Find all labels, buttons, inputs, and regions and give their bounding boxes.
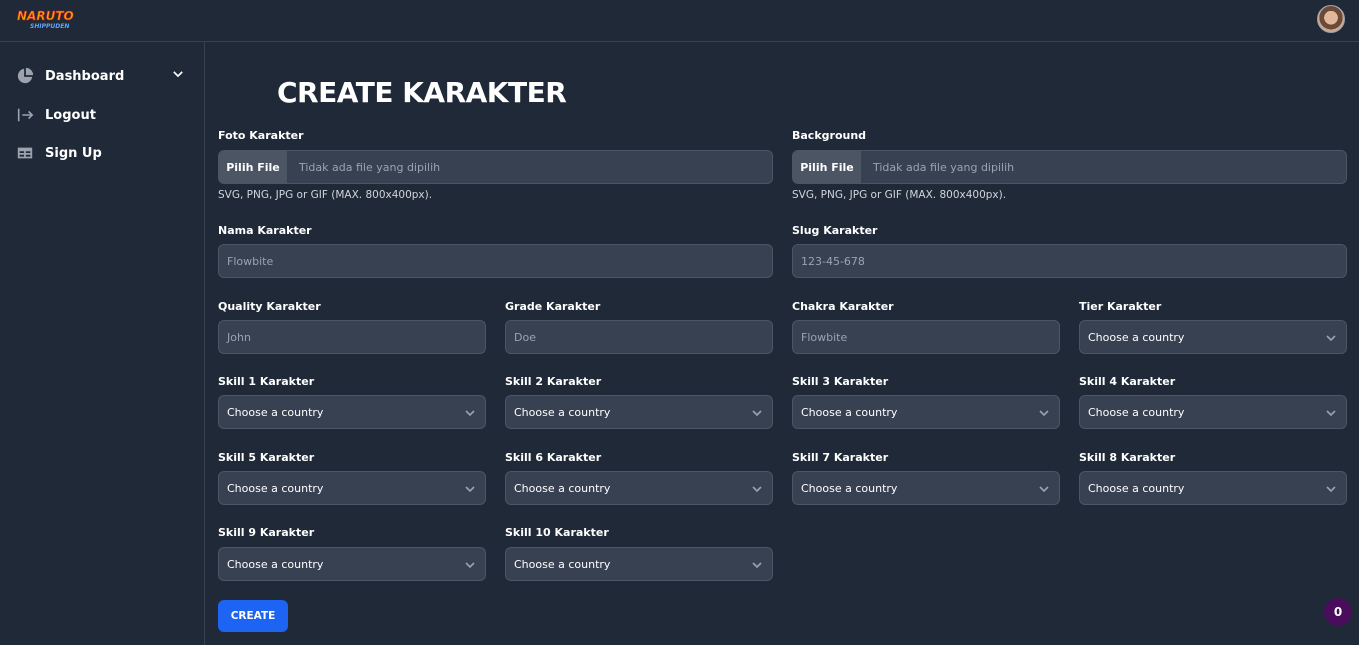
skill-10-label: Skill 10 Karakter	[505, 526, 609, 539]
user-avatar[interactable]	[1317, 5, 1345, 33]
slug-label: Slug Karakter	[792, 224, 878, 237]
skill-3-select[interactable]: Choose a country	[792, 395, 1060, 429]
skill-4-label: Skill 4 Karakter	[1079, 375, 1176, 388]
foto-file-status: Tidak ada file yang dipilih	[299, 160, 441, 174]
logout-icon	[17, 108, 34, 122]
table-icon	[17, 147, 33, 159]
foto-choose-file-button[interactable]: Pilih File	[219, 151, 287, 183]
chevron-down-icon	[465, 410, 475, 417]
skill-2-select[interactable]: Choose a country	[505, 395, 773, 429]
chevron-down-icon[interactable]	[171, 67, 185, 81]
skill-1-label: Skill 1 Karakter	[218, 375, 315, 388]
skill-8-label: Skill 8 Karakter	[1079, 451, 1176, 464]
nama-label: Nama Karakter	[218, 224, 312, 237]
skill-10-select[interactable]: Choose a country	[505, 547, 773, 581]
chevron-down-icon	[1039, 410, 1049, 417]
grade-input[interactable]: Doe	[505, 320, 773, 354]
chevron-down-icon	[465, 562, 475, 569]
background-help-text: SVG, PNG, JPG or GIF (MAX. 800x400px).	[792, 189, 1007, 201]
sidebar-item-dashboard[interactable]: Dashboard	[16, 64, 191, 88]
skill-4-value: Choose a country	[1088, 405, 1185, 419]
skill-1-value: Choose a country	[227, 405, 324, 419]
skill-2-label: Skill 2 Karakter	[505, 375, 602, 388]
foto-file-input[interactable]: Pilih File Tidak ada file yang dipilih	[218, 150, 773, 184]
sidebar-item-logout[interactable]: Logout	[16, 103, 191, 127]
skill-2-value: Choose a country	[514, 405, 611, 419]
chakra-label: Chakra Karakter	[792, 300, 894, 313]
chevron-down-icon	[752, 410, 762, 417]
svg-text:SHIPPUDEN: SHIPPUDEN	[30, 23, 69, 30]
quality-label: Quality Karakter	[218, 300, 321, 313]
sidebar: Dashboard Logout Sign Up	[0, 42, 205, 645]
chakra-input[interactable]: Flowbite	[792, 320, 1060, 354]
slug-input[interactable]: 123-45-678	[792, 244, 1347, 278]
create-button[interactable]: CREATE	[218, 600, 288, 632]
skill-10-value: Choose a country	[514, 557, 611, 571]
foto-label: Foto Karakter	[218, 129, 304, 142]
sidebar-item-label: Dashboard	[45, 68, 125, 84]
notification-badge[interactable]: 0	[1324, 598, 1352, 626]
background-label: Background	[792, 129, 867, 142]
sidebar-item-signup[interactable]: Sign Up	[16, 141, 191, 165]
svg-text:NARUTO: NARUTO	[17, 9, 74, 23]
skill-5-value: Choose a country	[227, 481, 324, 495]
sidebar-item-label: Sign Up	[45, 145, 102, 161]
skill-9-select[interactable]: Choose a country	[218, 547, 486, 581]
chevron-down-icon	[1326, 335, 1336, 342]
skill-9-value: Choose a country	[227, 557, 324, 571]
nama-input[interactable]: Flowbite	[218, 244, 773, 278]
tier-select-value: Choose a country	[1088, 330, 1185, 344]
tier-select[interactable]: Choose a country	[1079, 320, 1347, 354]
foto-help-text: SVG, PNG, JPG or GIF (MAX. 800x400px).	[218, 189, 433, 201]
skill-6-label: Skill 6 Karakter	[505, 451, 602, 464]
skill-8-value: Choose a country	[1088, 481, 1185, 495]
background-file-status: Tidak ada file yang dipilih	[873, 160, 1015, 174]
chevron-down-icon	[752, 562, 762, 569]
tier-label: Tier Karakter	[1079, 300, 1162, 313]
background-file-input[interactable]: Pilih File Tidak ada file yang dipilih	[792, 150, 1347, 184]
skill-9-label: Skill 9 Karakter	[218, 526, 315, 539]
pie-chart-icon	[17, 67, 34, 84]
background-choose-file-button[interactable]: Pilih File	[793, 151, 861, 183]
naruto-logo[interactable]: NARUTO SHIPPUDEN	[16, 7, 74, 31]
chevron-down-icon	[1039, 486, 1049, 493]
chevron-down-icon	[1326, 410, 1336, 417]
chevron-down-icon	[1326, 486, 1336, 493]
main-content: CREATE KARAKTER Foto Karakter Pilih File…	[205, 42, 1359, 645]
skill-6-select[interactable]: Choose a country	[505, 471, 773, 505]
chevron-down-icon	[465, 486, 475, 493]
sidebar-item-label: Logout	[45, 107, 96, 123]
chevron-down-icon	[752, 486, 762, 493]
skill-6-value: Choose a country	[514, 481, 611, 495]
skill-7-value: Choose a country	[801, 481, 898, 495]
skill-8-select[interactable]: Choose a country	[1079, 471, 1347, 505]
skill-3-value: Choose a country	[801, 405, 898, 419]
skill-4-select[interactable]: Choose a country	[1079, 395, 1347, 429]
skill-7-label: Skill 7 Karakter	[792, 451, 889, 464]
top-navbar: NARUTO SHIPPUDEN	[0, 0, 1359, 42]
skill-5-label: Skill 5 Karakter	[218, 451, 315, 464]
page-title: CREATE KARAKTER	[277, 76, 567, 109]
skill-3-label: Skill 3 Karakter	[792, 375, 889, 388]
quality-input[interactable]: John	[218, 320, 486, 354]
skill-5-select[interactable]: Choose a country	[218, 471, 486, 505]
skill-7-select[interactable]: Choose a country	[792, 471, 1060, 505]
skill-1-select[interactable]: Choose a country	[218, 395, 486, 429]
grade-label: Grade Karakter	[505, 300, 601, 313]
